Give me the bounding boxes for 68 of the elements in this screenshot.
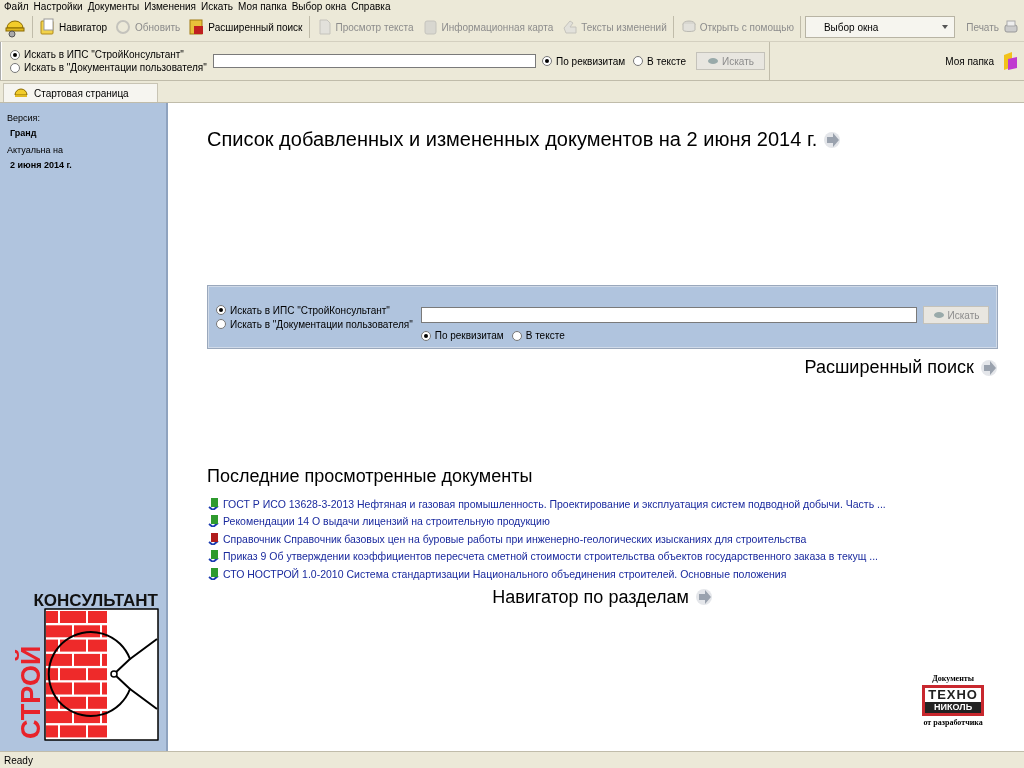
radio-label: Искать в ИПС "СтройКонсультант" [230, 304, 390, 316]
logo-text: ТЕХНО [925, 688, 981, 702]
radio-label: Искать в "Документации пользователя" [24, 62, 207, 73]
section-link[interactable]: Навигатор по разделам [492, 586, 689, 608]
radio-button[interactable] [216, 319, 226, 329]
logo-text: НИКОЛЬ [925, 702, 981, 713]
status-text: Ready [4, 754, 33, 766]
section-title: Последние просмотренные документы [207, 466, 534, 487]
search-field[interactable] [212, 54, 537, 68]
menu-item[interactable]: Выбор окна [289, 0, 350, 13]
radio-button[interactable] [542, 56, 553, 66]
document-link[interactable]: Рекомендации 14 О выдачи лицензий на строительную продукцию [223, 515, 550, 528]
toolbar-button[interactable]: Навигатор [35, 15, 112, 39]
caret-icon [941, 25, 948, 29]
document-icon [207, 515, 219, 528]
version-value: Гранд [9, 128, 38, 138]
printer-icon [1002, 18, 1020, 36]
hand-icon [932, 311, 945, 319]
radio-label: По реквизитам [556, 55, 626, 67]
section-title[interactable]: Список добавленных и измененных документов на 2 июня 2014 г. [207, 128, 818, 151]
document-link[interactable]: СТО НОСТРОЙ 1.0-2010 Система стандартизации Национального объединения строителей. Основные положения [223, 567, 787, 580]
radio-button[interactable] [420, 330, 431, 341]
radio-label: Искать в ИПС "СтройКонсультант" [24, 49, 184, 60]
menu-item[interactable]: Документы [85, 0, 143, 13]
document-icon [207, 550, 219, 563]
hand-icon [561, 18, 579, 36]
document-link[interactable]: Приказ 9 Об утверждении коэффициентов пересчета сметной стоимости строительства объектов государственного заказа в текущ ... [223, 550, 878, 563]
window-select[interactable]: Выбор окна [804, 16, 955, 38]
tab[interactable]: Стартовая страница [3, 83, 158, 102]
document-icon [207, 532, 219, 545]
binder-icon [188, 18, 206, 36]
document-link[interactable]: ГОСТ Р ИСО 13628-3-2013 Нефтяная и газовая промышленность. Проектирование и эксплуатация систем подводной добычи. Часть ... [223, 497, 886, 510]
date-label: Актуальна на [6, 145, 65, 155]
partner-caption: Документы [932, 674, 974, 683]
folder-icon [39, 18, 56, 36]
partner-caption: от разработчика [923, 718, 983, 727]
helmet-icon [14, 87, 28, 99]
my-folder-label[interactable]: Моя папка [945, 55, 994, 67]
date-value: 2 июня 2014 г. [9, 160, 73, 170]
menu-item[interactable]: Изменения [142, 0, 200, 13]
search-field[interactable] [420, 307, 917, 323]
radio-label: По реквизитам [434, 330, 504, 341]
radio-label: В тексте [525, 330, 565, 341]
radio-button[interactable] [10, 62, 20, 73]
toolbar-button[interactable]: Расширенный поиск [184, 15, 307, 39]
card-icon [421, 18, 439, 36]
radio-button[interactable] [633, 56, 644, 66]
menu-item[interactable]: Искать [199, 0, 236, 13]
hand-icon [707, 57, 720, 65]
document-icon [207, 567, 219, 580]
menu-item[interactable]: Настройки [31, 0, 86, 13]
radio-button[interactable] [10, 49, 20, 60]
menu-item[interactable]: Файл [2, 0, 32, 13]
refresh-icon [115, 18, 133, 36]
partner-logo[interactable]: ТЕХНО НИКОЛЬ [922, 685, 984, 716]
document-link[interactable]: Справочник Справочник базовых цен на буровые работы при инженерно-геологических изысканиях для строительства [223, 532, 807, 545]
section-link[interactable]: Расширенный поиск [804, 357, 974, 378]
folder-icon [1002, 51, 1018, 71]
radio-button[interactable] [216, 305, 226, 315]
logo-text: СТРОЙ [16, 645, 46, 739]
menu-item[interactable]: Моя папка [235, 0, 290, 13]
radio-label: В тексте [647, 55, 687, 67]
logo-text: КОНСУЛЬТАНТ [33, 591, 158, 610]
radio-label: Искать в "Документации пользователя" [230, 318, 413, 330]
menu-item[interactable]: Справка [349, 0, 394, 13]
document-icon [207, 497, 219, 510]
radio-button[interactable] [511, 330, 522, 341]
version-label: Версия: [6, 113, 41, 123]
